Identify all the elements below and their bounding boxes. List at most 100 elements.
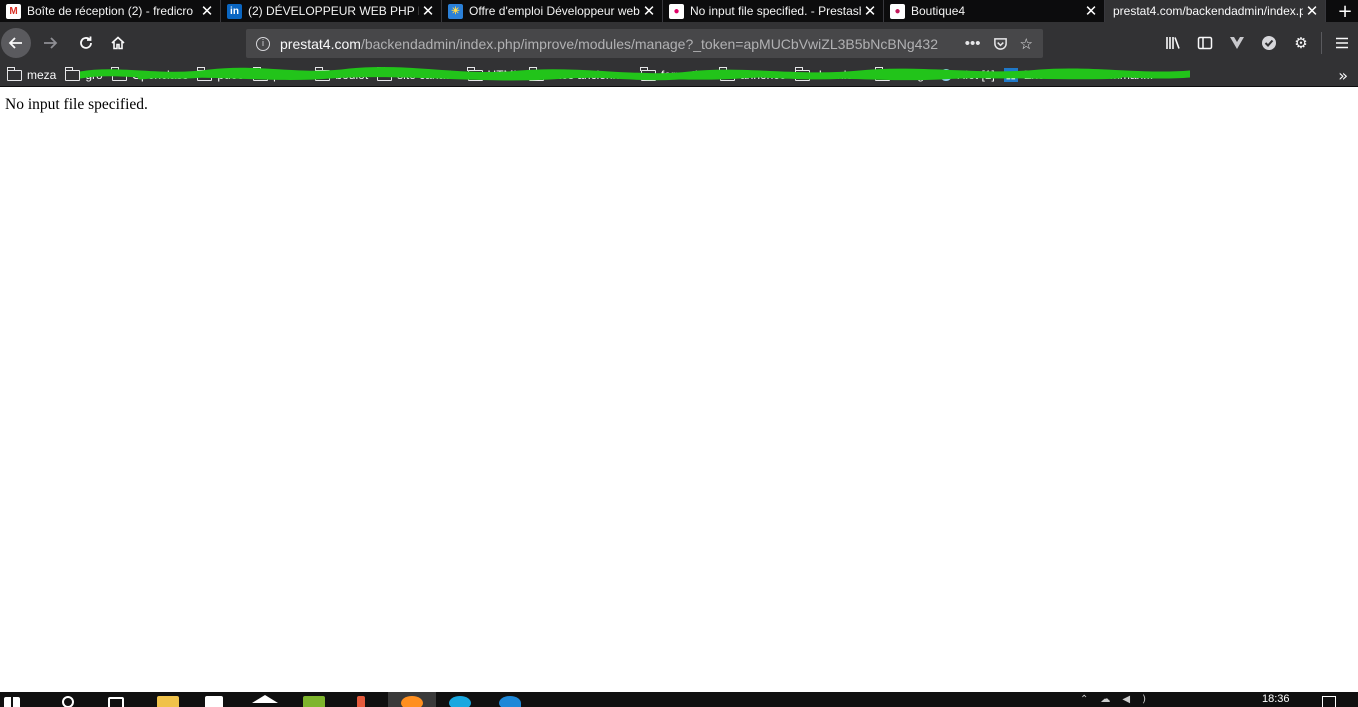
bookmark-label: Riot [1] xyxy=(956,68,995,82)
skype-icon[interactable] xyxy=(449,696,471,707)
url-text[interactable]: prestat4.com/backendadmin/index.php/impr… xyxy=(280,36,955,52)
notification-center-icon[interactable] xyxy=(1322,696,1336,707)
close-tab-icon[interactable]: ✕ xyxy=(419,2,437,20)
forward-button[interactable] xyxy=(35,28,65,58)
firefox-icon[interactable] xyxy=(401,696,423,707)
bookmark-label: sites anciennes xyxy=(549,68,632,82)
bookmark-folder[interactable]: presta xyxy=(252,66,306,82)
file-explorer-icon[interactable] xyxy=(157,696,179,707)
site-info-icon[interactable]: i xyxy=(256,36,270,51)
bookmark-folder[interactable]: formation xyxy=(640,66,711,82)
mail-icon[interactable] xyxy=(252,695,278,703)
tab-boutique4[interactable]: ● Boutique4 ✕ xyxy=(884,0,1105,22)
bookmark-label: meza xyxy=(27,68,57,82)
tab-title: prestat4.com/backendadmin/index.php xyxy=(1113,4,1303,18)
bookmark-folder[interactable]: design xyxy=(874,66,931,82)
pen-icon[interactable] xyxy=(357,696,365,707)
reload-button[interactable] xyxy=(71,28,101,58)
close-tab-icon[interactable]: ✕ xyxy=(640,2,658,20)
windows-taskbar: ⌃☁◀) 18:36 xyxy=(0,692,1358,707)
bookmark-folder[interactable]: HTML xyxy=(467,66,520,82)
bookmark-folder[interactable]: annonce xyxy=(719,66,787,82)
check-circle-icon xyxy=(1262,36,1276,50)
bookmark-commands[interactable]: ▮▮ Exécuter des comman... xyxy=(1003,68,1154,82)
tab-prestashop-error[interactable]: ● No input file specified. - Prestashop … xyxy=(663,0,884,22)
tab-strip: M Boîte de réception (2) - fredicro ✕ in… xyxy=(0,0,1358,22)
vue-devtools-button[interactable] xyxy=(1221,28,1253,58)
prestashop-icon: ● xyxy=(890,3,905,19)
tab-title: Offre d'emploi Développeur web xyxy=(469,4,640,18)
toolbar-separator xyxy=(1321,32,1322,54)
address-bar[interactable]: i prestat4.com/backendadmin/index.php/im… xyxy=(246,29,1043,58)
bookmark-folder[interactable]: download xyxy=(794,66,866,82)
library-button[interactable] xyxy=(1157,28,1189,58)
folder-icon xyxy=(719,66,735,81)
home-icon xyxy=(111,36,125,50)
folder-icon xyxy=(528,66,545,81)
folder-icon xyxy=(252,66,269,81)
tab-linkedin[interactable]: in (2) DÉVELOPPEUR WEB PHP F/H ✕ xyxy=(221,0,442,22)
bookmark-folder[interactable]: site canada xyxy=(376,66,459,82)
settings-button[interactable]: ⚙ xyxy=(1285,28,1317,58)
bookmark-folder[interactable]: boulot xyxy=(314,66,369,82)
sidebar-icon xyxy=(1197,36,1213,50)
pocket-icon[interactable] xyxy=(993,36,1008,51)
system-tray-icons[interactable]: ⌃☁◀) xyxy=(1080,694,1170,707)
bookmark-star-icon[interactable]: ☆ xyxy=(1020,35,1033,53)
close-tab-icon[interactable]: ✕ xyxy=(198,2,216,20)
bookmark-folder[interactable]: meza xyxy=(6,66,57,82)
bookmark-folder[interactable]: pdoo xyxy=(196,66,245,82)
taskbar-clock[interactable]: 18:36 xyxy=(1262,693,1290,705)
extension-button[interactable] xyxy=(1253,28,1285,58)
sun-icon: ☀ xyxy=(448,3,463,19)
url-path: /backendadmin/index.php/improve/modules/… xyxy=(360,35,938,52)
back-button[interactable] xyxy=(1,28,31,58)
bookmark-folder[interactable]: sites anciennes xyxy=(528,66,632,82)
bookmark-folder[interactable]: gro xyxy=(64,66,103,82)
tab-job-offer[interactable]: ☀ Offre d'emploi Développeur web ✕ xyxy=(442,0,663,22)
arrow-left-icon xyxy=(8,37,22,49)
command-icon: ▮▮ xyxy=(1003,68,1018,82)
error-message: No input file specified. xyxy=(5,96,148,113)
store-icon[interactable] xyxy=(205,696,223,707)
tab-gmail[interactable]: M Boîte de réception (2) - fredicro ✕ xyxy=(0,0,221,22)
bookmark-label: site canada xyxy=(397,68,459,82)
close-tab-icon[interactable]: ✕ xyxy=(1303,2,1321,20)
sidebar-button[interactable] xyxy=(1189,28,1221,58)
bookmark-label: annonce xyxy=(739,68,787,82)
menu-button[interactable] xyxy=(1326,28,1358,58)
folder-icon xyxy=(314,66,331,81)
notepad-plus-plus-icon[interactable] xyxy=(303,696,325,707)
bookmarks-overflow-icon[interactable]: » xyxy=(1338,64,1348,87)
vue-icon xyxy=(1230,37,1244,49)
page-actions-icon[interactable]: ••• xyxy=(965,35,981,52)
toolbar-right: ⚙ xyxy=(1157,28,1358,58)
bookmark-folder[interactable]: Openclass xyxy=(111,66,189,82)
close-tab-icon[interactable]: ✕ xyxy=(861,2,879,20)
bookmark-label: pdoo xyxy=(217,68,245,82)
url-host: prestat4.com xyxy=(280,35,361,52)
edge-icon[interactable] xyxy=(499,696,521,707)
bookmark-riot[interactable]: Riot [1] xyxy=(939,68,995,82)
bookmark-label: design xyxy=(895,68,931,82)
new-tab-icon[interactable]: + xyxy=(1332,0,1358,22)
arrow-right-icon xyxy=(44,37,58,49)
folder-icon xyxy=(467,66,483,81)
page-content: No input file specified. xyxy=(0,88,1358,692)
folder-icon xyxy=(196,66,213,81)
home-button[interactable] xyxy=(103,28,133,58)
tab-active[interactable]: prestat4.com/backendadmin/index.php ✕ xyxy=(1105,0,1326,22)
navigation-toolbar: i prestat4.com/backendadmin/index.php/im… xyxy=(0,22,1358,64)
folder-icon xyxy=(6,66,22,81)
gear-icon: ⚙ xyxy=(1294,34,1308,52)
task-view-icon[interactable] xyxy=(108,697,124,707)
windows-start-icon[interactable] xyxy=(4,697,20,707)
bookmark-label: Exécuter des comman... xyxy=(1023,68,1154,82)
riot-icon xyxy=(939,69,952,81)
close-tab-icon[interactable]: ✕ xyxy=(1082,2,1100,20)
bookmark-label: gro xyxy=(85,68,103,82)
bookmark-label: Openclass xyxy=(131,68,189,82)
search-icon[interactable] xyxy=(62,696,74,707)
bookmark-label: boulot xyxy=(335,68,369,82)
folder-icon xyxy=(874,66,891,81)
